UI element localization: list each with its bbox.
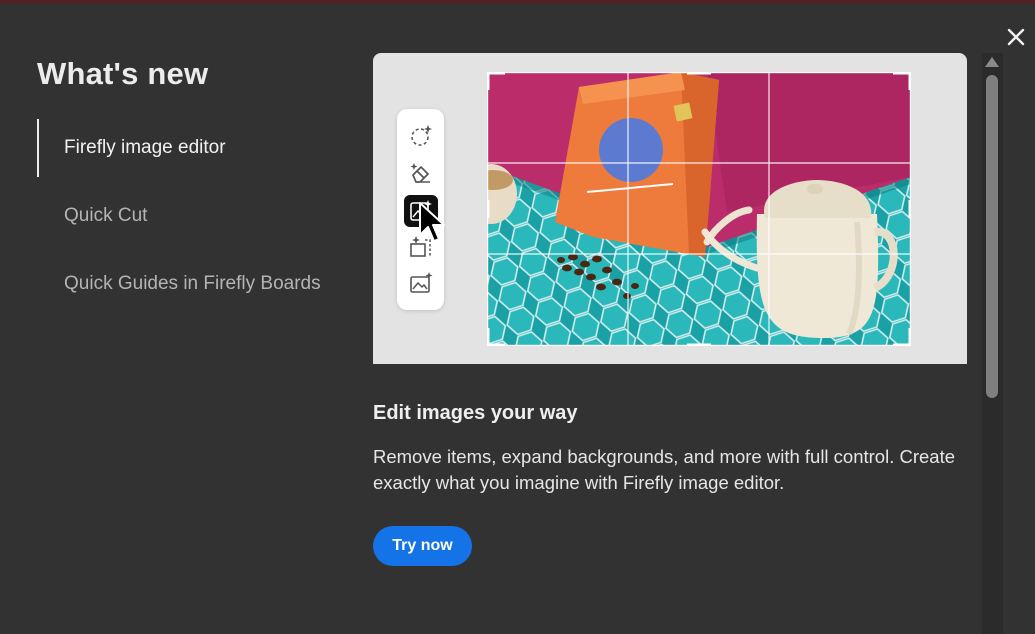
scroll-up-arrow-icon[interactable]	[985, 57, 999, 67]
dialog-title: What's new	[37, 56, 209, 91]
generative-remove-tool	[404, 157, 438, 189]
nav-item-label: Quick Cut	[64, 205, 148, 226]
try-now-button[interactable]: Try now	[373, 526, 472, 566]
feature-description: Remove items, expand backgrounds, and mo…	[373, 446, 956, 493]
nav-item-firefly-image-editor[interactable]: Firefly image editor	[37, 119, 337, 177]
whats-new-nav: Firefly image editor Quick Cut Quick Gui…	[37, 119, 337, 323]
nav-item-quick-cut[interactable]: Quick Cut	[37, 187, 337, 245]
nav-item-label: Quick Guides in Firefly Boards	[64, 273, 321, 294]
generative-remove-icon	[410, 163, 430, 183]
nav-item-label: Firefly image editor	[64, 137, 226, 158]
scrollbar-thumb[interactable]	[986, 75, 998, 398]
nav-item-quick-guides[interactable]: Quick Guides in Firefly Boards	[37, 255, 337, 313]
image-generate-icon	[410, 272, 433, 293]
close-button[interactable]	[1003, 24, 1029, 50]
feature-preview	[373, 53, 967, 364]
sample-photo	[487, 72, 911, 346]
generative-select-icon	[411, 125, 432, 146]
pointer-cursor-icon	[419, 202, 445, 242]
window-top-bar	[0, 0, 1035, 3]
generative-select-tool	[404, 119, 438, 151]
close-icon	[1007, 28, 1025, 46]
image-generate-tool	[404, 267, 438, 299]
feature-headline: Edit images your way	[373, 402, 578, 424]
